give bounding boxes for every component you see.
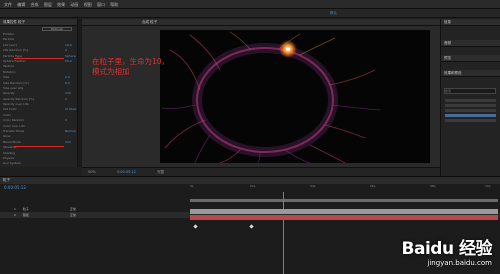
property-label: Emitter <box>3 32 15 36</box>
right-panel: 信息 音频 预览 效果和预设 <box>440 19 500 176</box>
effect-controls-tab[interactable]: 效果控件 粒子 <box>0 19 77 26</box>
layer-mode[interactable]: 正常 <box>70 213 76 217</box>
ruler-label: 06s <box>370 184 376 188</box>
effect-controls-panel: 效果控件 粒子 Particular Emitter Particle Life [… <box>0 19 78 167</box>
layer-index: 2 <box>14 213 16 217</box>
menu-item-edit[interactable]: 编辑 <box>17 2 25 7</box>
layer-mode[interactable]: 正常 <box>70 207 76 211</box>
keyframe-icon[interactable] <box>193 224 198 229</box>
timeline-timecode[interactable]: 0:00:05:12 <box>4 185 26 190</box>
property-label: Set Color <box>3 107 17 112</box>
annotation-text: 在粒子里，生命为10， 模式为相加 <box>92 57 169 77</box>
effects-search-input[interactable] <box>444 88 496 94</box>
watermark-brand: Baidu 经验 <box>401 239 493 259</box>
annotation-line-1: 在粒子里，生命为10， <box>92 57 170 66</box>
life-highlight-line <box>14 58 64 59</box>
property-label: Color <box>3 112 11 117</box>
layer-name[interactable]: 粒子 <box>23 207 29 211</box>
property-label: Opacity Random [%] <box>3 96 35 101</box>
ruler-label: 02s <box>250 184 256 188</box>
property-label: Transfer Mode <box>3 129 25 134</box>
property-label: Sphere Feather <box>3 58 26 63</box>
menu-item-effect[interactable]: 效果 <box>57 2 65 7</box>
effects-tree-item[interactable] <box>445 119 496 122</box>
layer-duration-bar[interactable] <box>190 215 498 220</box>
property-label: Particle Type <box>3 53 22 58</box>
baidu-watermark: Baidu 经验 jingyan.baidu.com <box>401 234 493 267</box>
playhead[interactable] <box>283 192 284 274</box>
timeline-header: 0:00:05:12 0s 02s 04s 06s 08s 10s <box>0 184 500 192</box>
property-label: Size over Life <box>3 85 24 90</box>
menu-bar: 文件 编辑 合成 图层 效果 动画 视图 窗口 帮助 <box>0 0 500 9</box>
menu-item-layer[interactable]: 图层 <box>44 2 52 7</box>
viewer-controls: 50% 0:00:05:12 完整 <box>82 167 440 176</box>
effects-tree-item[interactable] <box>445 104 496 107</box>
menu-item-composition[interactable]: 合成 <box>31 2 39 7</box>
tool-bar: 默认 <box>0 9 500 24</box>
viewer-timecode[interactable]: 0:00:05:12 <box>117 170 136 174</box>
timeline-tab[interactable]: 粒子 <box>0 177 500 184</box>
ruler-label: 10s <box>485 184 491 188</box>
property-label: Particle <box>3 37 15 42</box>
property-label: Texture <box>3 64 14 69</box>
effects-presets-section[interactable]: 效果和预设 <box>441 70 500 77</box>
property-label: Opacity <box>3 91 15 96</box>
menu-item-animation[interactable]: 动画 <box>70 2 78 7</box>
property-row[interactable]: Aux System <box>3 161 77 166</box>
annotation-line-2: 模式为相加 <box>92 67 130 76</box>
ruler-label: 04s <box>310 184 316 188</box>
menu-item-help[interactable]: 帮助 <box>110 2 118 7</box>
resolution-select[interactable]: 完整 <box>157 170 164 174</box>
property-label: Color over Life <box>3 123 25 128</box>
time-ruler[interactable]: 0s 02s 04s 06s 08s 10s <box>190 184 498 192</box>
watermark-url: jingyan.baidu.com <box>427 259 492 267</box>
property-label: Rotation <box>3 69 16 74</box>
preset-button[interactable]: Particular <box>42 27 72 31</box>
ruler-label: 08s <box>430 184 436 188</box>
ruler-label: 0s <box>190 184 194 188</box>
property-label: Aux System <box>3 161 21 166</box>
property-label: Physics <box>3 155 15 160</box>
blend-mode-highlight-line <box>14 146 64 147</box>
layer-duration-bar[interactable] <box>190 209 498 214</box>
property-label: Opacity over Life <box>3 102 29 107</box>
menu-item-window[interactable]: 窗口 <box>97 2 105 7</box>
effects-tree-item[interactable] <box>445 109 496 112</box>
zoom-level-select[interactable]: 50% <box>88 170 96 174</box>
property-label: Shading <box>3 150 16 155</box>
property-label: Color Random <box>3 118 25 123</box>
layer-name[interactable]: 路径 <box>23 213 29 217</box>
particle-ring-image <box>161 31 381 163</box>
keyframe-icon[interactable] <box>249 224 254 229</box>
property-label: Glow <box>3 134 11 139</box>
effects-tree-item-selected[interactable] <box>445 114 496 117</box>
layer-index: 1 <box>14 207 16 211</box>
preview-section[interactable]: 预览 <box>441 55 500 62</box>
menu-item-view[interactable]: 视图 <box>84 2 92 7</box>
property-label: Blend Mode <box>3 139 21 144</box>
work-area-bar[interactable] <box>190 199 498 202</box>
composition-viewer[interactable] <box>160 30 430 163</box>
menu-item-file[interactable]: 文件 <box>4 2 12 7</box>
effects-tree-item[interactable] <box>445 99 496 102</box>
property-label: Size Random [%] <box>3 80 29 85</box>
info-section[interactable]: 信息 <box>441 19 500 26</box>
property-label: Life [sec] <box>3 42 17 47</box>
property-label: Size <box>3 75 10 80</box>
workspace-link[interactable]: 默认 <box>330 9 337 18</box>
composition-tab[interactable]: 合成 粒子 <box>82 19 440 26</box>
property-label: Life Random [%] <box>3 48 28 53</box>
audio-section[interactable]: 音频 <box>441 40 500 47</box>
